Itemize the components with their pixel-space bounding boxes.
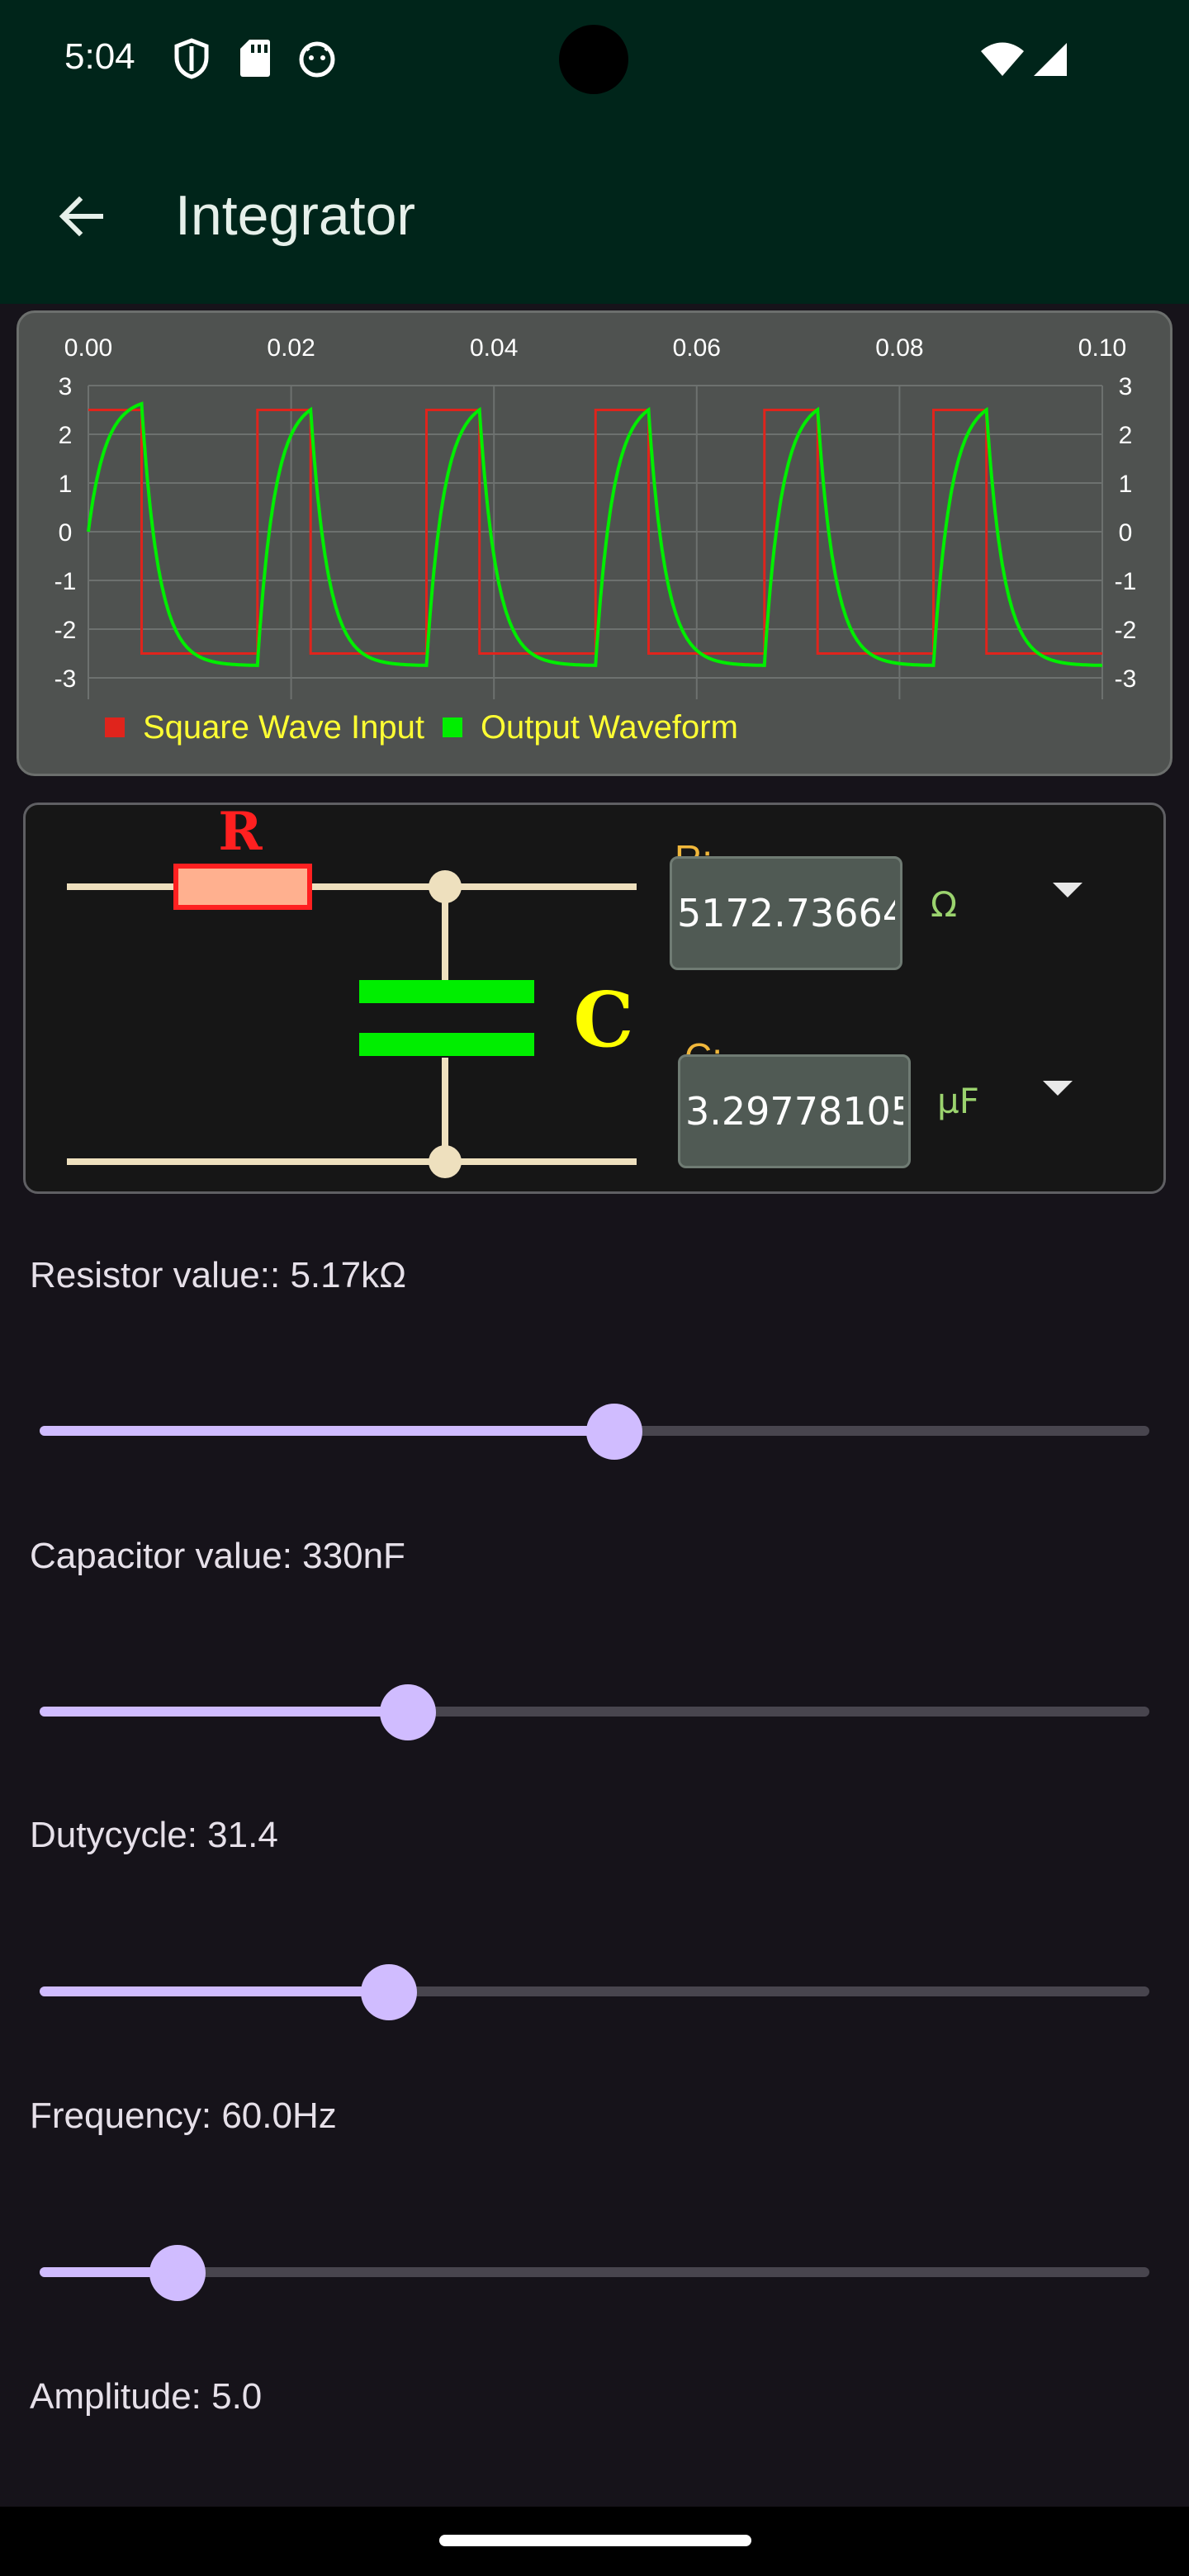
slider-track	[40, 2267, 1149, 2277]
legend-entry-input: Square Wave Input	[105, 709, 424, 746]
dropdown-arrow-icon	[1043, 1081, 1073, 1096]
dutycycle-slider-label: Dutycycle: 31.4	[30, 1815, 278, 1855]
slider-track-fill	[40, 1707, 409, 1717]
app-bar: Integrator	[0, 121, 1189, 304]
page-title: Integrator	[175, 184, 416, 247]
shield-icon	[174, 38, 209, 79]
y-tick-label-left: 3	[59, 373, 73, 400]
resistor-value-input[interactable]	[670, 856, 902, 970]
x-tick-label: 0.10	[1078, 334, 1126, 362]
capacitor-value-input[interactable]	[678, 1054, 911, 1168]
y-tick-label-right: 2	[1119, 422, 1133, 449]
dutycycle-slider[interactable]	[40, 1958, 1149, 2024]
y-tick-label-right: -2	[1115, 617, 1137, 644]
waveform-chart: 0.00 0.02 0.04 0.06 0.08 0.10 3 3 2 2 1 1 0 0 -1 -1 -2 -2…	[17, 310, 1172, 776]
circuit-panel: R C R: Ω C: µF	[23, 803, 1166, 1194]
resistor-unit-dropdown[interactable]	[1035, 856, 1101, 922]
y-tick-label-left: 1	[59, 471, 73, 498]
cell-signal-icon	[1034, 43, 1067, 76]
resistor-unit-label: Ω	[931, 884, 958, 925]
junction-bottom	[429, 1145, 462, 1178]
slider-track-fill	[40, 1986, 390, 1996]
x-tick-label: 0.00	[64, 334, 112, 362]
home-gesture-handle[interactable]	[439, 2535, 751, 2546]
y-tick-label-left: -3	[54, 665, 77, 693]
frequency-slider[interactable]	[40, 2238, 1149, 2304]
dropdown-arrow-icon	[1053, 883, 1082, 897]
x-tick-label: 0.02	[267, 334, 315, 362]
status-bar: 5:04	[0, 0, 1189, 121]
x-tick-label: 0.08	[875, 334, 923, 362]
wifi-icon	[981, 42, 1024, 76]
camera-cutout	[559, 25, 628, 94]
resistor-slider-label: Resistor value:: 5.17kΩ	[30, 1255, 406, 1295]
legend-label-input: Square Wave Input	[143, 708, 424, 746]
legend-entry-output: Output Waveform	[442, 708, 738, 746]
slider-track-fill	[40, 1426, 615, 1436]
navigation-bar	[0, 2507, 1189, 2576]
resistor-slider[interactable]	[40, 1397, 1149, 1463]
y-tick-label-right: 0	[1119, 519, 1133, 547]
y-tick-label-right: -1	[1115, 568, 1137, 595]
chart-legend: Square Wave Input Output Waveform	[105, 709, 756, 746]
y-tick-label-right: 1	[1119, 471, 1133, 498]
android-face-icon	[299, 41, 335, 78]
y-tick-label-left: 0	[59, 519, 73, 547]
x-tick-label: 0.06	[673, 334, 721, 362]
capacitor-plate-top	[359, 980, 534, 1003]
capacitor-unit-dropdown[interactable]	[1025, 1054, 1091, 1120]
legend-swatch-output	[442, 717, 462, 737]
y-tick-label-right: -3	[1115, 665, 1137, 693]
capacitor-slider[interactable]	[40, 1678, 1149, 1744]
y-tick-label-left: -1	[54, 568, 77, 595]
amplitude-label: Amplitude: 5.0	[30, 2376, 263, 2417]
y-tick-label-right: 3	[1119, 373, 1133, 400]
frequency-slider-label: Frequency: 60.0Hz	[30, 2095, 337, 2136]
resistor-symbol	[173, 864, 312, 910]
legend-label-output: Output Waveform	[480, 708, 738, 746]
legend-swatch-input	[105, 717, 125, 737]
status-time: 5:04	[64, 36, 135, 77]
junction-top	[429, 870, 462, 903]
rc-circuit-diagram: R C	[67, 805, 637, 1178]
slider-thumb[interactable]	[586, 1404, 643, 1460]
slider-thumb[interactable]	[380, 1684, 437, 1740]
x-tick-label: 0.04	[470, 334, 518, 362]
capacitor-letter: C	[573, 975, 633, 1064]
capacitor-slider-label: Capacitor value: 330nF	[30, 1536, 405, 1576]
slider-thumb[interactable]	[361, 1964, 418, 2020]
sd-card-icon	[240, 40, 270, 77]
arrow-back-icon[interactable]	[43, 178, 119, 254]
y-tick-label-left: 2	[59, 422, 73, 449]
capacitor-plate-bottom	[359, 1033, 534, 1056]
resistor-letter: R	[218, 805, 263, 863]
capacitor-unit-label: µF	[937, 1081, 979, 1121]
y-tick-label-left: -2	[54, 617, 77, 644]
slider-thumb[interactable]	[149, 2245, 206, 2301]
